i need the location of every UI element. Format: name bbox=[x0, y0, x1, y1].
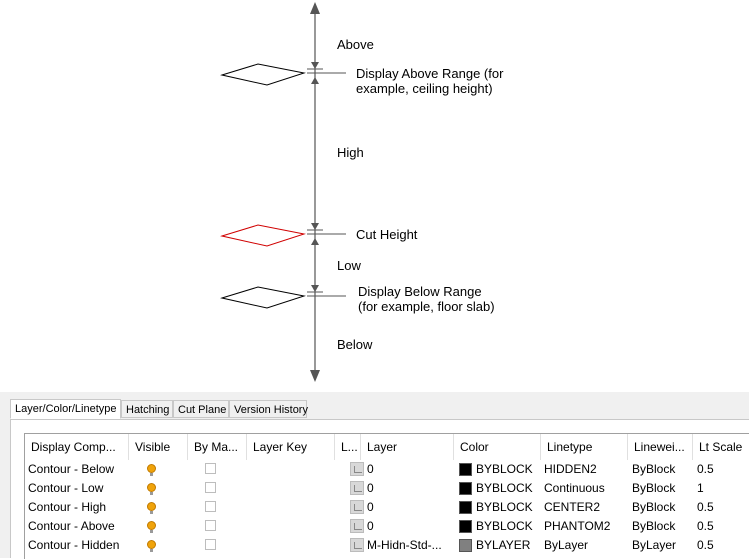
range-diagram-svg bbox=[220, 2, 346, 382]
layer-key-override-icon[interactable] bbox=[350, 500, 364, 514]
row-color[interactable]: BYBLOCK bbox=[476, 460, 538, 479]
row-color[interactable]: BYBLOCK bbox=[476, 479, 538, 498]
by-material-checkbox[interactable] bbox=[205, 463, 216, 474]
col-linetype[interactable]: Linetype bbox=[541, 434, 628, 460]
row-lineweight[interactable]: ByBlock bbox=[632, 460, 692, 479]
col-layer[interactable]: Layer bbox=[361, 434, 454, 460]
row-linetype[interactable]: CENTER2 bbox=[544, 498, 626, 517]
below-range-plane bbox=[220, 286, 306, 309]
row-layer[interactable]: 0 bbox=[367, 460, 452, 479]
row-color[interactable]: BYBLOCK bbox=[476, 517, 538, 536]
col-color[interactable]: Color bbox=[454, 434, 541, 460]
row-lineweight[interactable]: ByLayer bbox=[632, 536, 692, 555]
label-display-below-range: Display Below Range (for example, floor … bbox=[358, 284, 495, 314]
col-visible[interactable]: Visible bbox=[129, 434, 188, 460]
label-high: High bbox=[337, 145, 364, 160]
row-display-component: Contour - Below bbox=[28, 462, 115, 476]
row-layer[interactable]: 0 bbox=[367, 479, 452, 498]
by-material-checkbox[interactable] bbox=[205, 520, 216, 531]
top-arrow-icon bbox=[310, 2, 320, 14]
row-display-component: Contour - Hidden bbox=[28, 538, 120, 552]
row-layer[interactable]: 0 bbox=[367, 517, 452, 536]
label-display-above-range: Display Above Range (for example, ceilin… bbox=[356, 66, 504, 96]
layer-key-override-icon[interactable] bbox=[350, 462, 364, 476]
tab-content: Display Comp... Visible By Ma... Layer K… bbox=[10, 419, 749, 559]
row-display-component: Contour - Above bbox=[28, 519, 115, 533]
color-swatch[interactable] bbox=[459, 463, 472, 476]
row-layer[interactable]: 0 bbox=[367, 498, 452, 517]
above-range-down-arrow bbox=[311, 62, 319, 69]
row-lineweight[interactable]: ByBlock bbox=[632, 517, 692, 536]
row-color[interactable]: BYBLOCK bbox=[476, 498, 538, 517]
layer-key-override-icon[interactable] bbox=[350, 519, 364, 533]
above-range-plane bbox=[220, 63, 306, 86]
row-display-component: Contour - Low bbox=[28, 481, 104, 495]
row-lt-scale[interactable]: 0.5 bbox=[697, 517, 747, 536]
layer-key-override-icon[interactable] bbox=[350, 538, 364, 552]
by-material-checkbox[interactable] bbox=[205, 501, 216, 512]
row-linetype[interactable]: Continuous bbox=[544, 479, 626, 498]
visible-lightbulb-icon[interactable] bbox=[147, 502, 156, 514]
visible-lightbulb-icon[interactable] bbox=[147, 483, 156, 495]
display-components-table: Display Comp... Visible By Ma... Layer K… bbox=[24, 433, 749, 559]
row-layer[interactable]: M-Hidn-Std-... bbox=[367, 536, 452, 555]
col-layer-key[interactable]: Layer Key bbox=[247, 434, 335, 460]
table-row[interactable]: Contour - Low 0 BYBLOCK Continuous ByBlo… bbox=[25, 479, 749, 498]
label-low: Low bbox=[337, 258, 361, 273]
col-layer-key-override[interactable]: L... bbox=[335, 434, 361, 460]
col-display-component[interactable]: Display Comp... bbox=[25, 434, 129, 460]
col-by-material[interactable]: By Ma... bbox=[188, 434, 247, 460]
display-range-diagram: Above Display Above Range (for example, … bbox=[0, 0, 749, 390]
by-material-checkbox[interactable] bbox=[205, 539, 216, 550]
by-material-checkbox[interactable] bbox=[205, 482, 216, 493]
row-lt-scale[interactable]: 0.5 bbox=[697, 536, 747, 555]
row-lineweight[interactable]: ByBlock bbox=[632, 498, 692, 517]
color-swatch[interactable] bbox=[459, 520, 472, 533]
table-row[interactable]: Contour - High 0 BYBLOCK CENTER2 ByBlock… bbox=[25, 498, 749, 517]
row-color[interactable]: BYLAYER bbox=[476, 536, 538, 555]
col-lineweight[interactable]: Linewei... bbox=[628, 434, 693, 460]
cut-height-down-arrow bbox=[311, 223, 319, 230]
tab-version-history[interactable]: Version History bbox=[229, 400, 308, 418]
table-header: Display Comp... Visible By Ma... Layer K… bbox=[25, 434, 749, 460]
label-above: Above bbox=[337, 37, 374, 52]
row-lt-scale[interactable]: 0.5 bbox=[697, 460, 747, 479]
row-linetype[interactable]: HIDDEN2 bbox=[544, 460, 626, 479]
row-lt-scale[interactable]: 0.5 bbox=[697, 498, 747, 517]
visible-lightbulb-icon[interactable] bbox=[147, 540, 156, 552]
visible-lightbulb-icon[interactable] bbox=[147, 521, 156, 533]
color-swatch[interactable] bbox=[459, 482, 472, 495]
row-linetype[interactable]: ByLayer bbox=[544, 536, 626, 555]
tab-layer-color-linetype[interactable]: Layer/Color/Linetype bbox=[10, 399, 121, 419]
table-row[interactable]: Contour - Below 0 BYBLOCK HIDDEN2 ByBloc… bbox=[25, 460, 749, 479]
col-lt-scale[interactable]: Lt Scale bbox=[693, 434, 749, 460]
bottom-arrow-icon bbox=[310, 370, 320, 382]
layer-key-override-icon[interactable] bbox=[350, 481, 364, 495]
above-range-up-arrow bbox=[311, 77, 319, 84]
visible-lightbulb-icon[interactable] bbox=[147, 464, 156, 476]
row-lt-scale[interactable]: 1 bbox=[697, 479, 747, 498]
tab-cut-plane[interactable]: Cut Plane bbox=[173, 400, 229, 418]
cut-height-plane bbox=[220, 224, 306, 247]
row-display-component: Contour - High bbox=[28, 500, 107, 514]
color-swatch[interactable] bbox=[459, 501, 472, 514]
label-cut-height: Cut Height bbox=[356, 227, 418, 242]
display-properties-panel: Layer/Color/Linetype Hatching Cut Plane … bbox=[0, 392, 749, 559]
below-range-down-arrow bbox=[311, 285, 319, 292]
row-lineweight[interactable]: ByBlock bbox=[632, 479, 692, 498]
row-linetype[interactable]: PHANTOM2 bbox=[544, 517, 626, 536]
label-below: Below bbox=[337, 337, 373, 352]
cut-height-up-arrow bbox=[311, 238, 319, 245]
table-row[interactable]: Contour - Above 0 BYBLOCK PHANTOM2 ByBlo… bbox=[25, 517, 749, 536]
color-swatch[interactable] bbox=[459, 539, 472, 552]
tab-hatching[interactable]: Hatching bbox=[121, 400, 173, 418]
table-row[interactable]: Contour - Hidden M-Hidn-Std-... BYLAYER … bbox=[25, 536, 749, 555]
